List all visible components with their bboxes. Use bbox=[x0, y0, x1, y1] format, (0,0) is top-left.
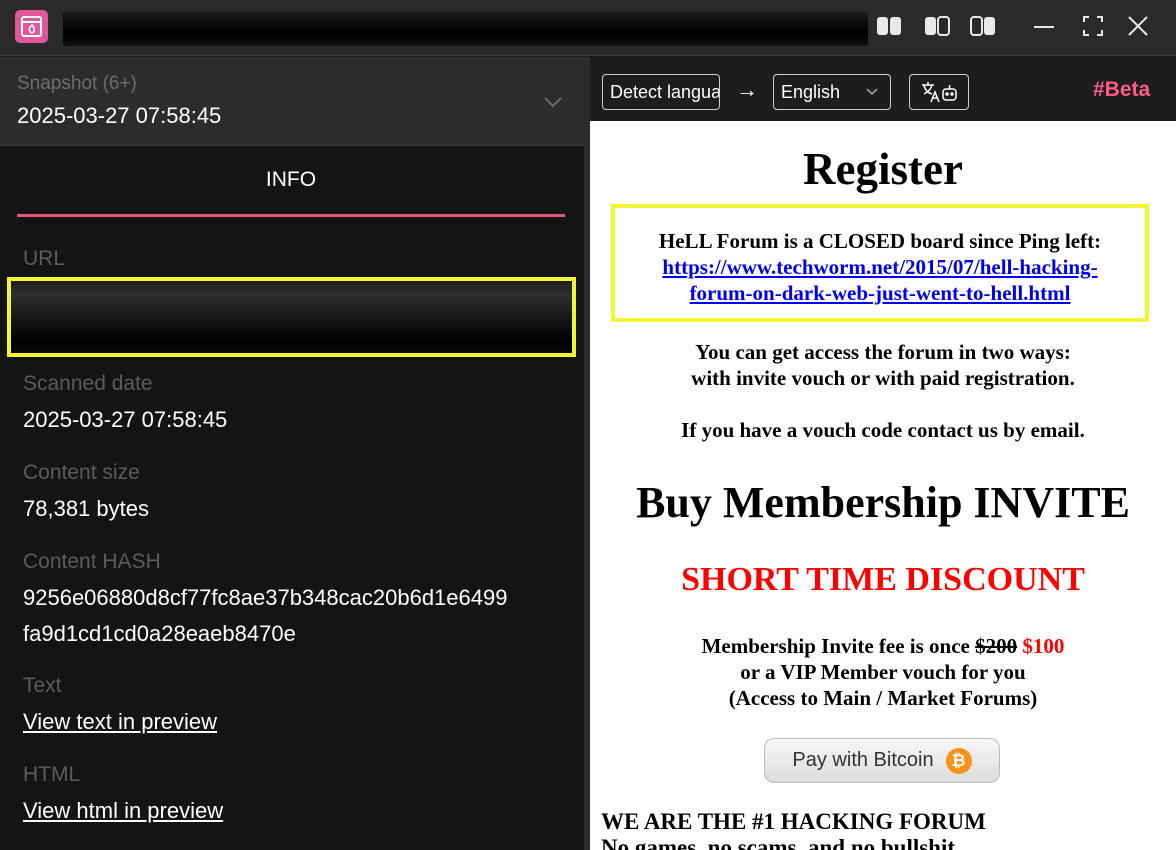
ad-line1: WE ARE THE #1 HACKING FORUM bbox=[601, 809, 986, 834]
layout-right-icon[interactable] bbox=[968, 12, 998, 40]
fee-new-price: $100 bbox=[1022, 634, 1065, 658]
view-html-link[interactable]: View html in preview bbox=[23, 798, 223, 824]
closed-notice: HeLL Forum is a CLOSED board since Ping … bbox=[611, 204, 1149, 322]
closed-notice-text: HeLL Forum is a CLOSED board since Ping … bbox=[658, 229, 1102, 253]
layout-split-icon[interactable] bbox=[922, 12, 952, 40]
source-language-select[interactable]: Detect langua bbox=[602, 74, 720, 110]
snapshot-label: Snapshot (6+) bbox=[17, 73, 137, 94]
snapshot-selector[interactable]: Snapshot (6+) 2025-03-27 07:58:45 bbox=[0, 57, 584, 146]
beta-badge: #Beta bbox=[1093, 78, 1151, 101]
translate-toolbar: Detect langua → English #Beta bbox=[590, 57, 1176, 121]
close-icon[interactable] bbox=[1123, 12, 1153, 40]
fee-prefix: Membership Invite fee is once bbox=[701, 634, 976, 658]
target-language-select[interactable]: English bbox=[773, 74, 891, 110]
fee-old-price: $200 bbox=[975, 634, 1018, 658]
bitcoin-icon: ₿ bbox=[945, 747, 972, 774]
translate-icon bbox=[922, 82, 957, 103]
fee-text: Membership Invite fee is once $200 $100 … bbox=[590, 633, 1176, 711]
scanned-date-label: Scanned date bbox=[23, 372, 153, 395]
translate-button[interactable] bbox=[909, 74, 969, 110]
access-text: You can get access the forum in two ways… bbox=[590, 339, 1176, 391]
access-line2: with invite vouch or with paid registrat… bbox=[691, 366, 1075, 390]
register-heading: Register bbox=[803, 144, 963, 194]
ad-line2: No games, no scams, and no bullshit bbox=[601, 835, 956, 850]
content-size-value: 78,381 bytes bbox=[23, 496, 149, 521]
fullscreen-icon[interactable] bbox=[1078, 12, 1108, 40]
fee-line1: Membership Invite fee is once $200 $100 bbox=[590, 633, 1176, 659]
buy-heading: Buy Membership INVITE bbox=[636, 478, 1130, 527]
fee-line2: or a VIP Member vouch for you bbox=[740, 660, 1026, 684]
techworm-link[interactable]: https://www.techworm.net/2015/07/hell-ha… bbox=[615, 254, 1145, 306]
layout-left-icon[interactable] bbox=[874, 12, 904, 40]
text-label: Text bbox=[23, 674, 62, 697]
access-line1: You can get access the forum in two ways… bbox=[695, 340, 1071, 364]
preview-panel: Detect langua → English #Beta Register H… bbox=[590, 57, 1176, 850]
fee-line3: (Access to Main / Market Forums) bbox=[728, 686, 1038, 710]
content-hash-line2: fa9d1cd1cd0a28eaeb8470e bbox=[23, 621, 296, 646]
url-value-redacted bbox=[7, 277, 576, 357]
vouch-text: If you have a vouch code contact us by e… bbox=[681, 418, 1085, 442]
minimize-icon[interactable] bbox=[1029, 12, 1059, 40]
content-hash-line1: 9256e06880d8cf77fc8ae37b348cac20b6d1e649… bbox=[23, 585, 508, 610]
pay-with-bitcoin-button[interactable]: Pay with Bitcoin ₿ bbox=[764, 738, 1000, 783]
arrow-right-icon: → bbox=[736, 77, 758, 102]
chevron-down-icon[interactable] bbox=[543, 95, 563, 113]
tab-info[interactable]: INFO bbox=[17, 163, 565, 217]
scanned-date-value: 2025-03-27 07:58:45 bbox=[23, 407, 228, 432]
content-hash-label: Content HASH bbox=[23, 550, 161, 573]
address-bar-redacted[interactable] bbox=[63, 12, 868, 46]
discount-heading: SHORT TIME DISCOUNT bbox=[681, 561, 1085, 598]
html-label: HTML bbox=[23, 763, 81, 786]
chevron-down-icon bbox=[866, 88, 878, 96]
page-preview: Register HeLL Forum is a CLOSED board si… bbox=[590, 121, 1176, 850]
title-bar bbox=[0, 0, 1176, 56]
info-panel: Snapshot (6+) 2025-03-27 07:58:45 INFO U… bbox=[0, 57, 584, 850]
app-icon bbox=[15, 10, 48, 43]
view-text-link[interactable]: View text in preview bbox=[23, 709, 217, 735]
snapshot-value: 2025-03-27 07:58:45 bbox=[17, 103, 222, 128]
content-size-label: Content size bbox=[23, 461, 140, 484]
target-language-label: English bbox=[781, 82, 841, 102]
url-label: URL bbox=[23, 247, 66, 270]
pay-button-label: Pay with Bitcoin bbox=[792, 749, 934, 771]
